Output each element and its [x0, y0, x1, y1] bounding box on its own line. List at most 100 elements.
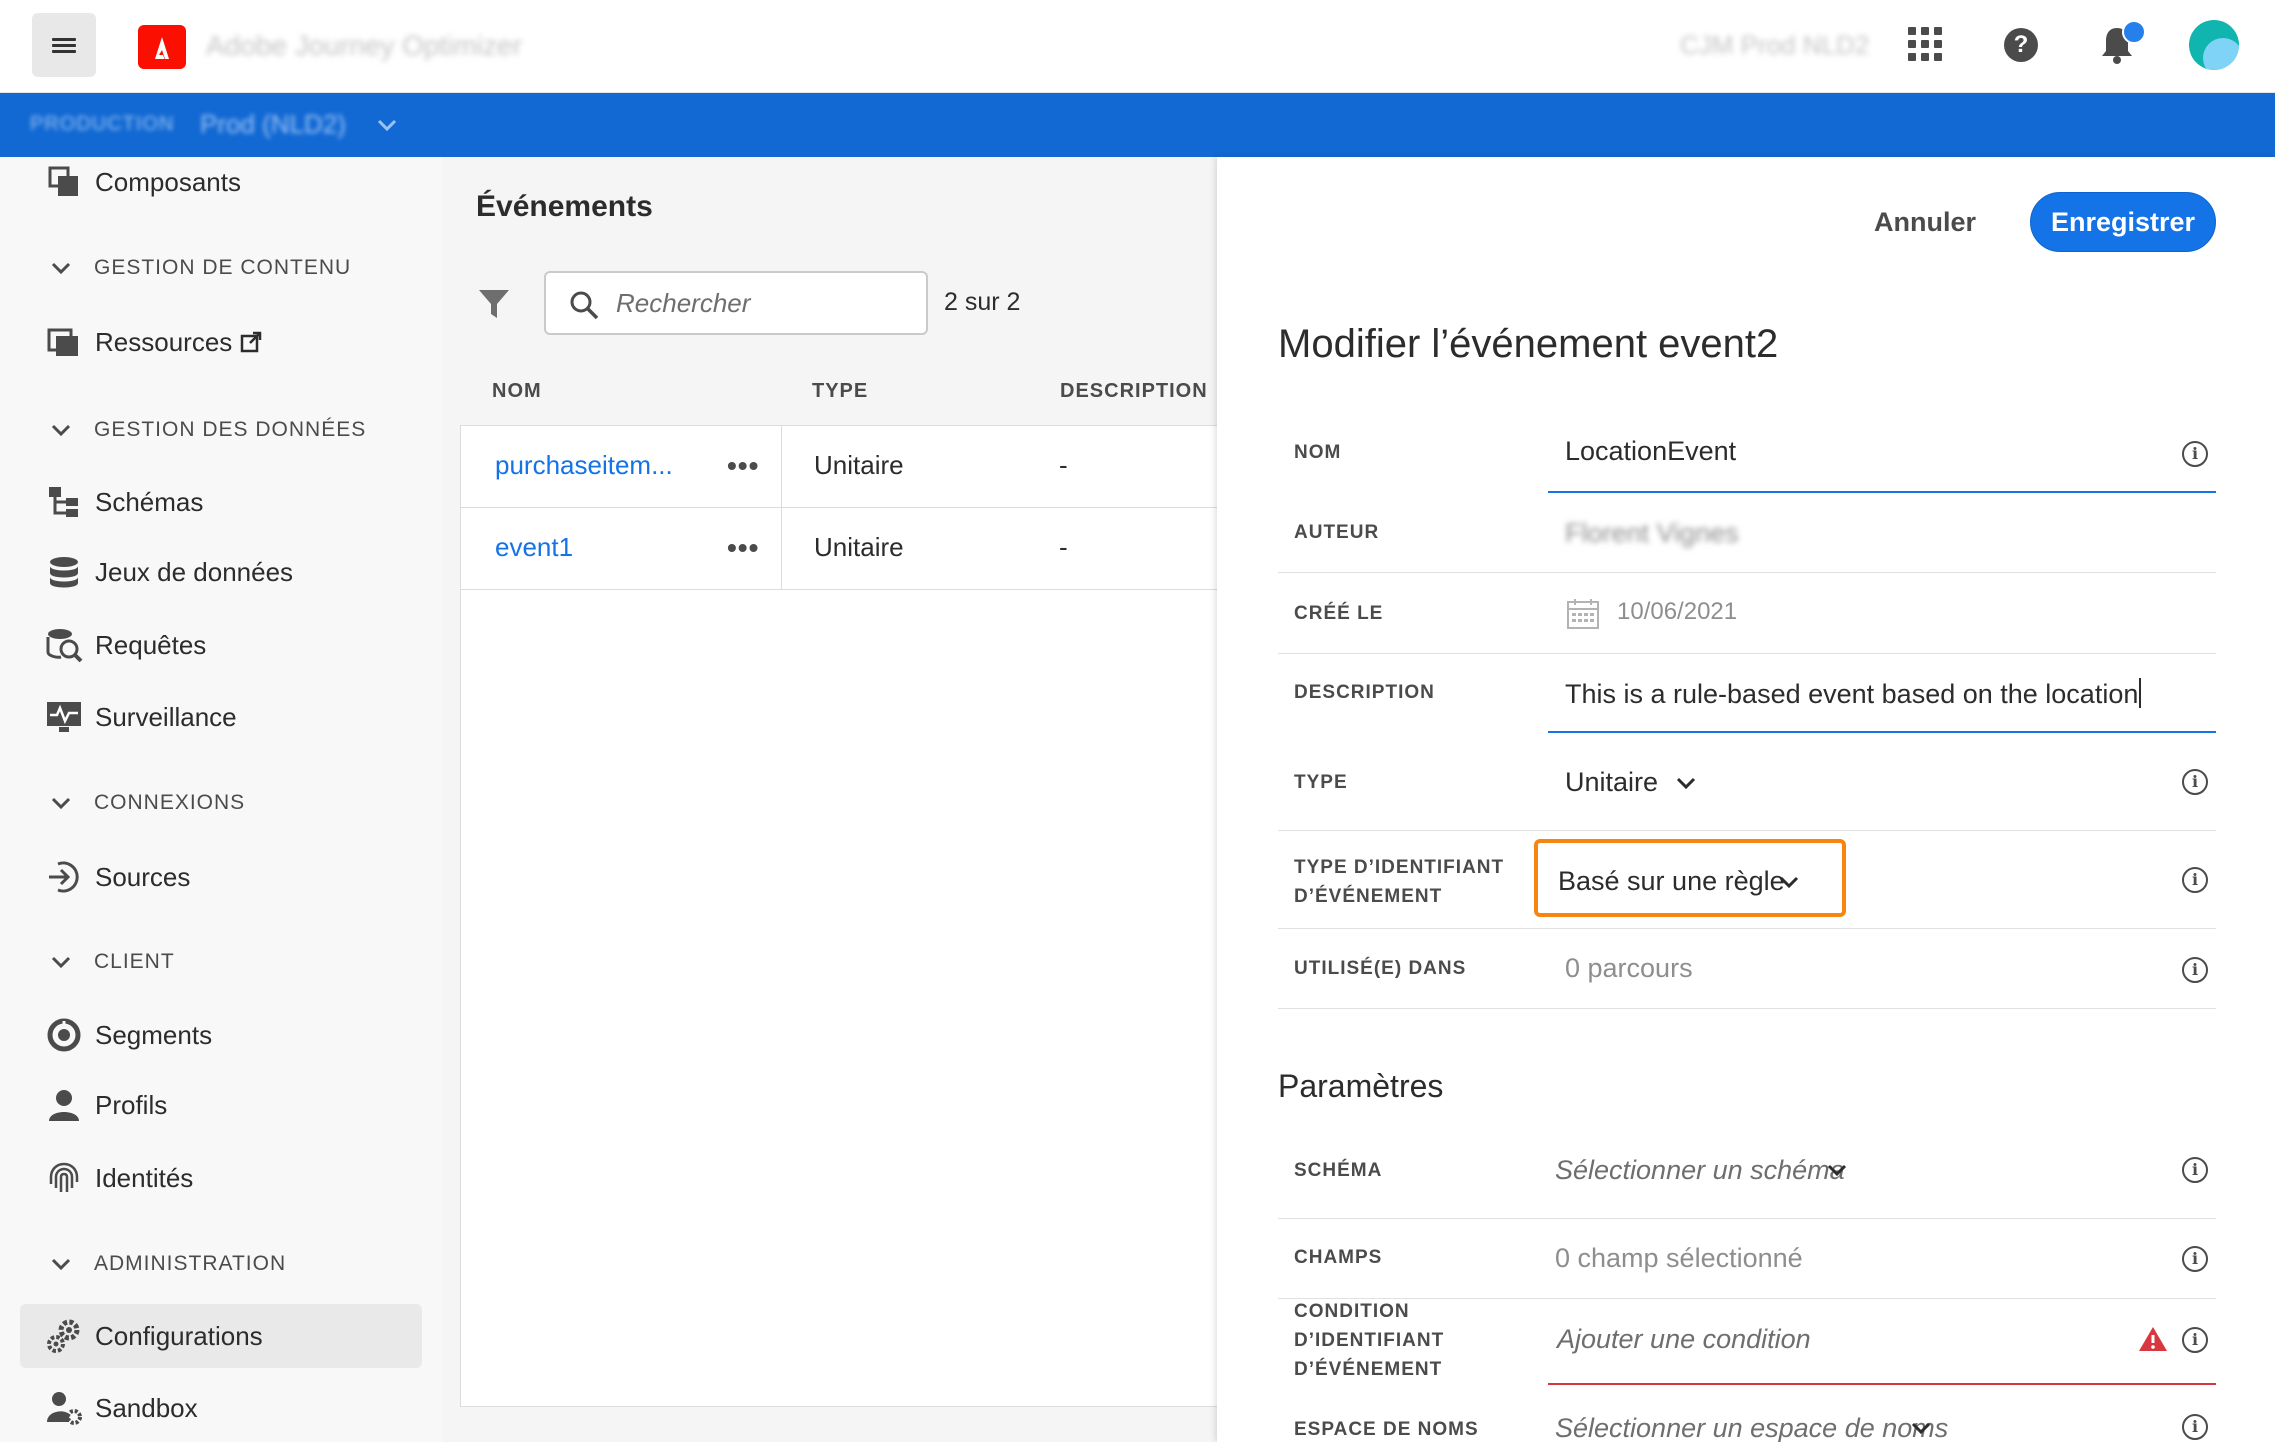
- section-title-parameters: Paramètres: [1278, 1068, 1444, 1104]
- fingerprint-icon: [44, 1158, 84, 1198]
- nav-item-resources[interactable]: Ressources: [20, 310, 422, 374]
- divider: [1278, 928, 2216, 929]
- column-header-type[interactable]: TYPE: [812, 380, 868, 403]
- event-name-link[interactable]: event1: [495, 532, 573, 563]
- column-header-name[interactable]: NOM: [492, 380, 542, 403]
- user-settings-icon: [44, 1388, 84, 1428]
- nav-item-monitoring[interactable]: Surveillance: [20, 685, 422, 749]
- avatar[interactable]: [2189, 20, 2239, 70]
- adobe-logo[interactable]: [138, 25, 186, 69]
- section-customer[interactable]: CLIENT: [48, 944, 428, 980]
- section-administration[interactable]: ADMINISTRATION: [48, 1246, 428, 1282]
- chevron-down-icon[interactable]: [1826, 1163, 1848, 1177]
- divider: [1278, 830, 2216, 831]
- nav-item-datasets[interactable]: Jeux de données: [20, 540, 422, 604]
- chevron-down-icon[interactable]: [1910, 1421, 1932, 1435]
- nav-item-queries[interactable]: Requêtes: [20, 613, 422, 677]
- text-cursor: [2139, 678, 2142, 708]
- event-type: Unitaire: [814, 450, 904, 480]
- schema-dropdown[interactable]: Sélectionner un schéma: [1555, 1155, 1845, 1186]
- nav-item-profiles[interactable]: Profils: [20, 1073, 422, 1137]
- event-type: Unitaire: [814, 532, 904, 562]
- nav-item-sources[interactable]: Sources: [20, 845, 422, 909]
- more-actions-icon[interactable]: •••: [727, 532, 759, 564]
- field-label-used-in: UTILISÉ(E) DANS: [1294, 958, 1467, 979]
- nav-item-identities[interactable]: Identités: [20, 1146, 422, 1210]
- apps-grid-icon[interactable]: [1908, 27, 1942, 61]
- nav-label: Identités: [95, 1162, 194, 1193]
- sandbox-switcher[interactable]: Prod (NLD2): [200, 109, 346, 140]
- more-actions-icon[interactable]: •••: [727, 450, 759, 482]
- components-icon: [44, 162, 84, 202]
- menu-icon[interactable]: [32, 13, 96, 77]
- nav-label: Sources: [95, 861, 191, 892]
- info-icon[interactable]: i: [2182, 1414, 2208, 1440]
- condition-field[interactable]: Ajouter une condition: [1557, 1324, 1811, 1355]
- info-icon[interactable]: i: [2182, 867, 2208, 893]
- gears-icon: [44, 1316, 84, 1356]
- chevron-down-icon[interactable]: [1675, 776, 1697, 790]
- save-button[interactable]: Enregistrer: [2030, 192, 2216, 252]
- field-label-type: TYPE: [1294, 772, 1348, 793]
- notification-badge: [2122, 20, 2146, 44]
- description-input[interactable]: This is a rule-based event based on the …: [1565, 678, 2142, 710]
- search-input[interactable]: [616, 283, 916, 323]
- description-input-underline: [1548, 731, 2216, 733]
- info-icon[interactable]: i: [2182, 769, 2208, 795]
- section-data-management[interactable]: GESTION DES DONNÉES: [48, 412, 428, 448]
- panel-title: Modifier l’événement event2: [1278, 322, 1779, 366]
- info-icon[interactable]: i: [2182, 1157, 2208, 1183]
- table-row[interactable]: event1 ••• Unitaire -: [461, 508, 1218, 590]
- org-switcher[interactable]: CJM Prod NLD2: [1680, 30, 1869, 61]
- namespace-dropdown[interactable]: Sélectionner un espace de noms: [1555, 1413, 1948, 1442]
- fields-value[interactable]: 0 champ sélectionné: [1555, 1243, 1803, 1274]
- type-dropdown[interactable]: Unitaire: [1565, 767, 1658, 798]
- chevron-down-icon[interactable]: [1778, 875, 1800, 889]
- chevron-down-icon: [51, 1258, 71, 1271]
- info-icon[interactable]: i: [2182, 957, 2208, 983]
- nav-item-sandbox[interactable]: Sandbox: [20, 1376, 422, 1440]
- section-content-management[interactable]: GESTION DE CONTENU: [48, 250, 428, 286]
- user-icon: [44, 1085, 84, 1125]
- nav-label: Surveillance: [95, 701, 237, 732]
- segments-icon: [44, 1015, 84, 1055]
- event-name-link[interactable]: purchaseitem...: [495, 450, 673, 481]
- app-name: Adobe Journey Optimizer: [206, 30, 522, 61]
- calendar-icon: [1567, 599, 1599, 629]
- nav-label: Sandbox: [95, 1392, 198, 1423]
- nav-item-schemas[interactable]: Schémas: [20, 470, 422, 534]
- info-icon[interactable]: i: [2182, 1327, 2208, 1353]
- query-icon: [44, 625, 84, 665]
- field-label-condition: CONDITION D’IDENTIFIANT D’ÉVÉNEMENT: [1294, 1301, 1445, 1380]
- event-id-type-dropdown[interactable]: Basé sur une règle: [1558, 866, 1785, 897]
- result-count: 2 sur 2: [944, 288, 1021, 316]
- event-description: -: [1059, 532, 1068, 562]
- section-connections[interactable]: CONNEXIONS: [48, 785, 428, 821]
- divider: [1278, 572, 2216, 573]
- events-table: purchaseitem... ••• Unitaire - event1 ••…: [460, 425, 1218, 1407]
- nav-label: Ressources: [95, 327, 262, 358]
- nav-item-components[interactable]: Composants: [20, 150, 422, 214]
- name-input[interactable]: LocationEvent: [1565, 436, 1736, 467]
- alert-icon: [2139, 1327, 2167, 1351]
- filter-icon[interactable]: [476, 285, 512, 321]
- help-icon[interactable]: ?: [2004, 28, 2038, 62]
- search-field[interactable]: [544, 271, 928, 335]
- env-label: PRODUCTION: [30, 113, 175, 135]
- cancel-button[interactable]: Annuler: [1860, 192, 1990, 252]
- field-label-schema: SCHÉMA: [1294, 1160, 1383, 1181]
- info-icon[interactable]: i: [2182, 441, 2208, 467]
- nav-item-segments[interactable]: Segments: [20, 1003, 422, 1067]
- top-bar: Adobe Journey Optimizer CJM Prod NLD2 ?: [0, 0, 2275, 93]
- column-header-description[interactable]: DESCRIPTION: [1060, 380, 1208, 403]
- field-label-created: CRÉÉ LE: [1294, 603, 1384, 624]
- info-icon[interactable]: i: [2182, 1246, 2208, 1272]
- nav-item-configurations[interactable]: Configurations: [20, 1304, 422, 1368]
- nav-label: Jeux de données: [95, 556, 294, 587]
- schema-icon: [44, 482, 84, 522]
- chevron-down-icon[interactable]: [375, 115, 399, 135]
- chevron-down-icon: [51, 797, 71, 810]
- table-row[interactable]: purchaseitem... ••• Unitaire -: [461, 426, 1218, 508]
- chevron-down-icon: [51, 424, 71, 437]
- field-label-description: DESCRIPTION: [1294, 682, 1435, 703]
